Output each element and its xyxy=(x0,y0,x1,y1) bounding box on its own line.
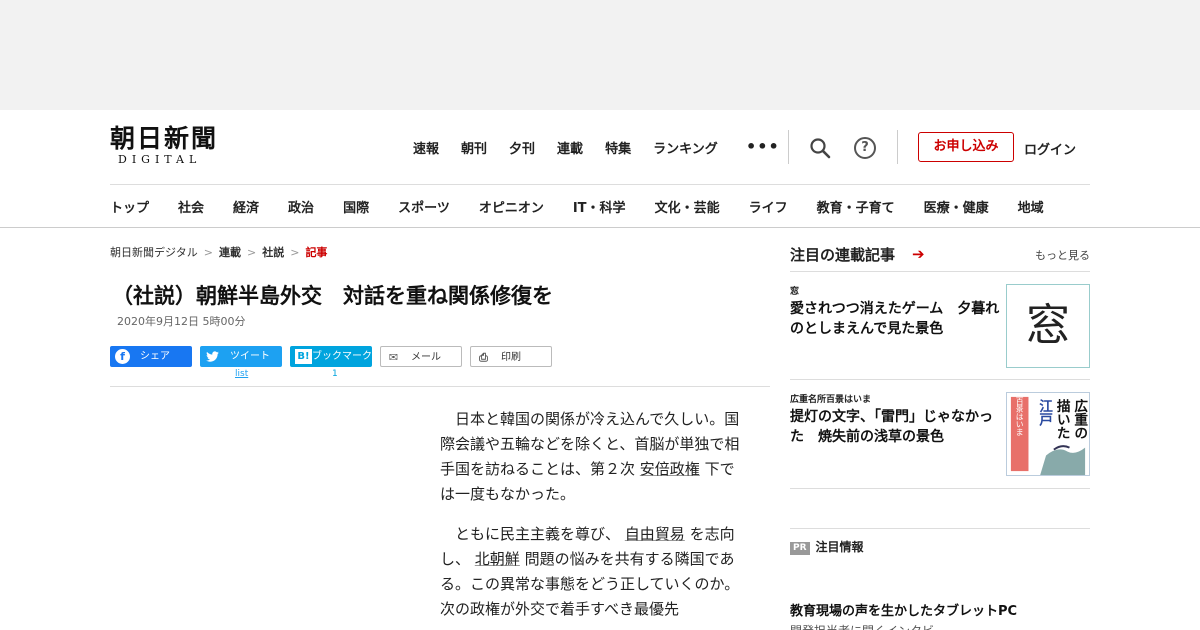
article-category: 広重名所百景はいま xyxy=(790,395,872,405)
cat-society[interactable]: 社会 xyxy=(178,197,204,216)
breadcrumb-shasetsu[interactable]: 社説 xyxy=(262,246,284,259)
breadcrumb-sep: > xyxy=(290,246,300,259)
nav-ranking[interactable]: ランキング xyxy=(653,138,718,157)
article-paragraph: ともに民主主義を尊び、 自由貿易 を志向し、 北朝鮮 問題の悩みを共有する隣国で… xyxy=(440,525,740,618)
mail-share-button[interactable]: ✉ メール xyxy=(380,346,462,367)
sidebar-header: 注目の連載記事 ➔ もっと見る xyxy=(790,244,1090,272)
cat-education[interactable]: 教育・子育て xyxy=(817,197,895,216)
article-category: 窓 xyxy=(790,287,800,297)
cat-top[interactable]: トップ xyxy=(110,197,149,216)
cat-life[interactable]: ライフ xyxy=(749,197,788,216)
search-icon[interactable] xyxy=(809,137,831,159)
article-divider xyxy=(110,386,770,387)
article-thumbnail[interactable]: 名所百景はいま 広重の 描いた 江戸 xyxy=(1006,392,1090,476)
thumb-text: 江戸 xyxy=(1036,398,1053,428)
nav-rensai[interactable]: 連載 xyxy=(557,138,583,157)
cat-economy[interactable]: 経済 xyxy=(233,197,259,216)
twitter-bird-icon xyxy=(206,351,219,362)
mail-share-label: メール xyxy=(411,352,441,363)
cat-region[interactable]: 地域 xyxy=(1018,197,1044,216)
facebook-icon: f xyxy=(115,349,130,364)
ad-banner-space xyxy=(0,0,1200,110)
site-logo[interactable]: 朝日新聞 DIGITAL xyxy=(110,124,242,170)
cat-politics[interactable]: 政治 xyxy=(288,197,314,216)
more-menu-icon[interactable]: ••• xyxy=(746,137,780,156)
nav-sokuho[interactable]: 速報 xyxy=(413,138,439,157)
cat-culture[interactable]: 文化・芸能 xyxy=(655,197,720,216)
facebook-share-button[interactable]: f シェア xyxy=(110,346,192,367)
article-link-title[interactable]: 提灯の文字、「雷門」じゃなかった 焼失前の浅草の景色 xyxy=(790,407,1000,447)
login-link[interactable]: ログイン xyxy=(1024,139,1076,158)
site-header: 朝日新聞 DIGITAL 速報 朝刊 夕刊 連載 特集 ランキング ••• ? … xyxy=(0,110,1200,228)
cat-opinion[interactable]: オピニオン xyxy=(479,197,544,216)
cat-health[interactable]: 医療・健康 xyxy=(924,197,989,216)
nav-tokushu[interactable]: 特集 xyxy=(605,138,631,157)
top-nav: 速報 朝刊 夕刊 連載 特集 ランキング xyxy=(413,138,740,157)
article-thumbnail[interactable]: 窓 xyxy=(1006,284,1090,368)
divider xyxy=(790,528,1090,529)
hatena-count[interactable]: 1 xyxy=(332,369,338,379)
pr-label: 注目情報 xyxy=(815,540,864,554)
hatena-bookmark-button[interactable]: B! ブックマーク xyxy=(290,346,372,367)
article-date: 2020年9月12日 5時00分 xyxy=(117,315,246,328)
breadcrumb-home[interactable]: 朝日新聞デジタル xyxy=(110,246,198,259)
breadcrumb: 朝日新聞デジタル > 連載 > 社説 > 記事 xyxy=(110,244,327,260)
keyword-link-north-korea[interactable]: 北朝鮮 xyxy=(475,550,520,568)
divider xyxy=(790,488,1090,489)
nav-choukan[interactable]: 朝刊 xyxy=(461,138,487,157)
twitter-tweet-button[interactable]: ツイート xyxy=(200,346,282,367)
keyword-link-free-trade[interactable]: 自由貿易 xyxy=(625,525,685,543)
article-paragraph: 日本と韓国の関係が冷え込んで久しい。国際会議や五輪などを除くと、首脳が単独で相手… xyxy=(440,410,740,503)
help-icon[interactable]: ? xyxy=(854,137,876,159)
cat-it-science[interactable]: IT・科学 xyxy=(573,197,626,216)
thumb-text: 描いた xyxy=(1054,398,1071,440)
printer-icon: ⎙ xyxy=(479,351,488,364)
header-divider xyxy=(897,130,898,164)
pr-article-title[interactable]: 教育現場の声を生かしたタブレットPC xyxy=(790,600,1017,619)
facebook-share-label: シェア xyxy=(140,351,170,362)
pr-article-subtitle[interactable]: 開発担当者に聞くインタビ xyxy=(790,622,934,630)
hatena-icon: B! xyxy=(295,349,312,364)
pr-badge: PR xyxy=(790,542,810,555)
print-button[interactable]: ⎙ 印刷 xyxy=(470,346,552,367)
subscribe-button[interactable]: お申し込み xyxy=(918,132,1014,162)
article-link-title[interactable]: 愛されつつ消えたゲーム 夕暮れのとしまえんで見た景色 xyxy=(790,299,1000,339)
header-divider xyxy=(788,130,789,164)
breadcrumb-sep: > xyxy=(247,246,257,259)
breadcrumb-sep: > xyxy=(203,246,213,259)
breadcrumb-current: 記事 xyxy=(305,246,328,259)
thumb-text: 広重の xyxy=(1071,398,1088,440)
sidebar-heading[interactable]: 注目の連載記事 xyxy=(790,244,895,265)
divider xyxy=(790,379,1090,380)
category-nav: トップ 社会 経済 政治 国際 スポーツ オピニオン IT・科学 文化・芸能 ラ… xyxy=(110,184,1090,228)
article-body: 日本と韓国の関係が冷え込んで久しい。国際会議や五輪などを除くと、首脳が単独で相手… xyxy=(440,407,745,630)
more-link[interactable]: もっと見る xyxy=(1035,247,1090,263)
arrow-right-icon[interactable]: ➔ xyxy=(912,245,925,263)
thumb-text: 名所百景はいま xyxy=(1015,392,1024,436)
logo-sub-text: DIGITAL xyxy=(118,153,202,166)
logo-main-text: 朝日新聞 xyxy=(110,124,219,153)
nav-yuukan[interactable]: 夕刊 xyxy=(509,138,535,157)
article-title: （社説）朝鮮半島外交 対話を重ね関係修復を xyxy=(112,284,553,308)
twitter-tweet-label: ツイート xyxy=(230,351,270,362)
pr-header: PR 注目情報 xyxy=(790,538,864,555)
twitter-count[interactable]: list xyxy=(235,369,248,379)
print-label: 印刷 xyxy=(501,352,521,363)
hatena-bookmark-label: ブックマーク xyxy=(312,351,372,362)
keyword-link-abe-government[interactable]: 安倍政権 xyxy=(640,460,700,478)
mail-icon: ✉ xyxy=(388,351,399,364)
cat-international[interactable]: 国際 xyxy=(343,197,369,216)
cat-sports[interactable]: スポーツ xyxy=(398,197,450,216)
breadcrumb-rensai[interactable]: 連載 xyxy=(219,246,241,259)
